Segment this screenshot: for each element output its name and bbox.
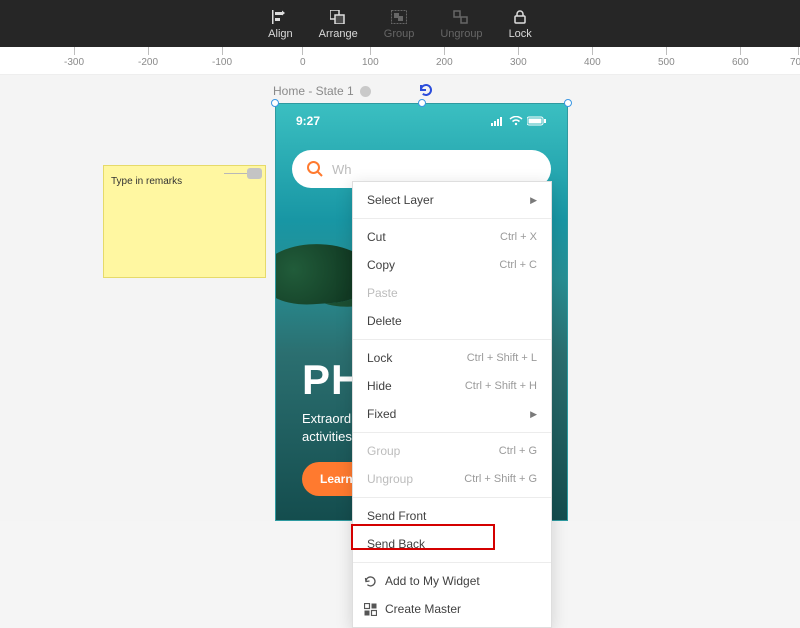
gear-icon[interactable]	[360, 86, 371, 97]
ctx-send-back[interactable]: Send Back	[353, 530, 551, 558]
search-icon	[306, 160, 324, 178]
ruler-tick: 700	[790, 57, 800, 68]
ctx-label: Ungroup	[367, 472, 413, 486]
ctx-paste: Paste	[353, 279, 551, 307]
artboard-label-text: Home - State 1	[273, 84, 354, 98]
lock-icon	[511, 8, 529, 26]
ctx-label: Fixed	[367, 407, 396, 421]
hero-subtitle-1: Extraordi	[302, 411, 354, 426]
phone-time: 9:27	[296, 114, 320, 128]
signal-icon	[491, 116, 505, 126]
sticky-note-text: Type in remarks	[111, 176, 182, 187]
ungroup-label: Ungroup	[440, 28, 482, 40]
menu-separator	[353, 497, 551, 498]
ruler-tick: 300	[510, 57, 527, 68]
context-menu: Select Layer ▶ Cut Ctrl + X Copy Ctrl + …	[352, 181, 552, 628]
ctx-label: Lock	[367, 351, 392, 365]
ctx-shortcut: Ctrl + Shift + H	[465, 380, 537, 392]
align-button[interactable]: Align	[268, 8, 292, 40]
ctx-label: Select Layer	[367, 193, 434, 207]
sticky-note[interactable]: Type in remarks	[103, 165, 266, 278]
ctx-select-layer[interactable]: Select Layer ▶	[353, 186, 551, 214]
ctx-label: Copy	[367, 258, 395, 272]
ruler-tick: 100	[362, 57, 379, 68]
group-label: Group	[384, 28, 415, 40]
arrange-label: Arrange	[319, 28, 358, 40]
ruler-tick: 200	[436, 57, 453, 68]
ruler-tick: 0	[300, 57, 306, 68]
ctx-label: Delete	[367, 314, 402, 328]
arrange-button[interactable]: Arrange	[319, 8, 358, 40]
ctx-label: Paste	[367, 286, 398, 300]
status-icons	[491, 116, 547, 126]
battery-icon	[527, 116, 547, 126]
ctx-label: Send Back	[367, 537, 425, 551]
selection-handle[interactable]	[418, 99, 426, 107]
wifi-icon	[509, 116, 523, 126]
ctx-shortcut: Ctrl + Shift + L	[467, 352, 537, 364]
align-label: Align	[268, 28, 292, 40]
menu-separator	[353, 432, 551, 433]
ctx-shortcut: Ctrl + Shift + G	[464, 473, 537, 485]
ruler-tick: -300	[64, 57, 84, 68]
ruler: -300 -200 -100 0 100 200 300 400 500 600…	[0, 47, 800, 75]
ctx-label: Cut	[367, 230, 386, 244]
selection-handle[interactable]	[271, 99, 279, 107]
ruler-tick: 400	[584, 57, 601, 68]
align-icon	[271, 8, 289, 26]
ctx-shortcut: Ctrl + X	[500, 231, 537, 243]
search-placeholder: Wh	[332, 162, 352, 177]
ruler-tick: -200	[138, 57, 158, 68]
menu-separator	[353, 562, 551, 563]
menu-separator	[353, 218, 551, 219]
phone-status-bar: 9:27	[276, 114, 567, 128]
ctx-delete[interactable]: Delete	[353, 307, 551, 335]
refresh-icon	[363, 574, 377, 588]
master-icon	[363, 602, 377, 616]
ruler-tick: 600	[732, 57, 749, 68]
group-icon	[390, 8, 408, 26]
ungroup-icon	[452, 8, 470, 26]
ctx-send-front[interactable]: Send Front	[353, 502, 551, 530]
group-button: Group	[384, 8, 415, 40]
ctx-ungroup: Ungroup Ctrl + Shift + G	[353, 465, 551, 493]
ctx-fixed[interactable]: Fixed ▶	[353, 400, 551, 428]
ctx-copy[interactable]: Copy Ctrl + C	[353, 251, 551, 279]
ctx-label: Create Master	[385, 602, 461, 616]
sticky-connector	[224, 167, 262, 181]
ungroup-button: Ungroup	[440, 8, 482, 40]
ctx-label: Group	[367, 444, 400, 458]
ctx-label: Hide	[367, 379, 392, 393]
ruler-tick: 500	[658, 57, 675, 68]
ctx-add-widget[interactable]: Add to My Widget	[353, 567, 551, 595]
ctx-create-master[interactable]: Create Master	[353, 595, 551, 623]
lock-label: Lock	[509, 28, 532, 40]
chevron-right-icon: ▶	[530, 409, 537, 420]
design-canvas[interactable]: Type in remarks Home - State 1 9:27 Wh P…	[0, 75, 800, 521]
hero-subtitle-2: activities	[302, 429, 352, 444]
arrange-icon	[329, 8, 347, 26]
ctx-hide[interactable]: Hide Ctrl + Shift + H	[353, 372, 551, 400]
ctx-shortcut: Ctrl + C	[499, 259, 537, 271]
ctx-cut[interactable]: Cut Ctrl + X	[353, 223, 551, 251]
selection-handle[interactable]	[564, 99, 572, 107]
ctx-shortcut: Ctrl + G	[499, 445, 537, 457]
chevron-right-icon: ▶	[530, 195, 537, 206]
ctx-group: Group Ctrl + G	[353, 437, 551, 465]
menu-separator	[353, 339, 551, 340]
artboard-label[interactable]: Home - State 1	[273, 84, 371, 98]
ctx-lock[interactable]: Lock Ctrl + Shift + L	[353, 344, 551, 372]
top-toolbar: Align Arrange Group Ungroup Lock	[0, 0, 800, 47]
lock-button[interactable]: Lock	[509, 8, 532, 40]
ruler-tick: -100	[212, 57, 232, 68]
ctx-label: Add to My Widget	[385, 574, 480, 588]
